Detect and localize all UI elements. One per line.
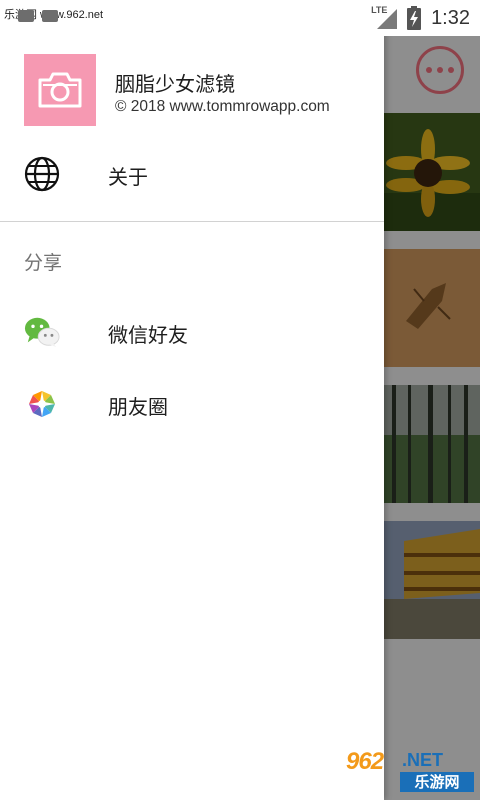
- notification-icon: [42, 10, 58, 22]
- copyright-text: © 2018 www.tommrowapp.com: [115, 98, 330, 115]
- menu-item-label: 微信好友: [108, 323, 188, 347]
- menu-item-about[interactable]: 关于: [0, 138, 384, 210]
- divider: [0, 221, 384, 222]
- status-indicators: LTE 1:32: [371, 4, 470, 32]
- watermark-cn: 乐游网: [400, 772, 474, 792]
- navigation-drawer: 胭脂少女滤镜 © 2018 www.tommrowapp.com 关于 分享 微…: [0, 0, 384, 800]
- app-logo: [24, 54, 96, 126]
- site-logo-watermark: 962 .NET 乐游网: [342, 746, 476, 796]
- notification-icon: [18, 10, 34, 22]
- menu-item-wechat-friends[interactable]: 微信好友: [0, 296, 384, 368]
- section-title-share: 分享: [24, 252, 63, 274]
- status-bar: 乐游网 www.962.net LTE 1:32: [0, 0, 480, 36]
- drawer-header: 胭脂少女滤镜 © 2018 www.tommrowapp.com: [0, 36, 384, 136]
- signal-icon: LTE: [371, 5, 398, 29]
- watermark-net: .NET: [402, 750, 444, 770]
- menu-item-label: 关于: [108, 165, 148, 189]
- clock: 1:32: [431, 6, 470, 29]
- globe-icon: [24, 156, 60, 192]
- wechat-icon: [24, 314, 60, 350]
- moments-icon: [24, 386, 60, 422]
- battery-icon: [407, 6, 422, 30]
- watermark-number: 962: [346, 748, 384, 775]
- menu-item-label: 朋友圈: [108, 395, 168, 419]
- scrim-overlay[interactable]: [384, 36, 480, 800]
- menu-item-moments[interactable]: 朋友圈: [0, 368, 384, 440]
- camera-icon: [38, 72, 82, 108]
- app-name: 胭脂少女滤镜: [115, 72, 235, 96]
